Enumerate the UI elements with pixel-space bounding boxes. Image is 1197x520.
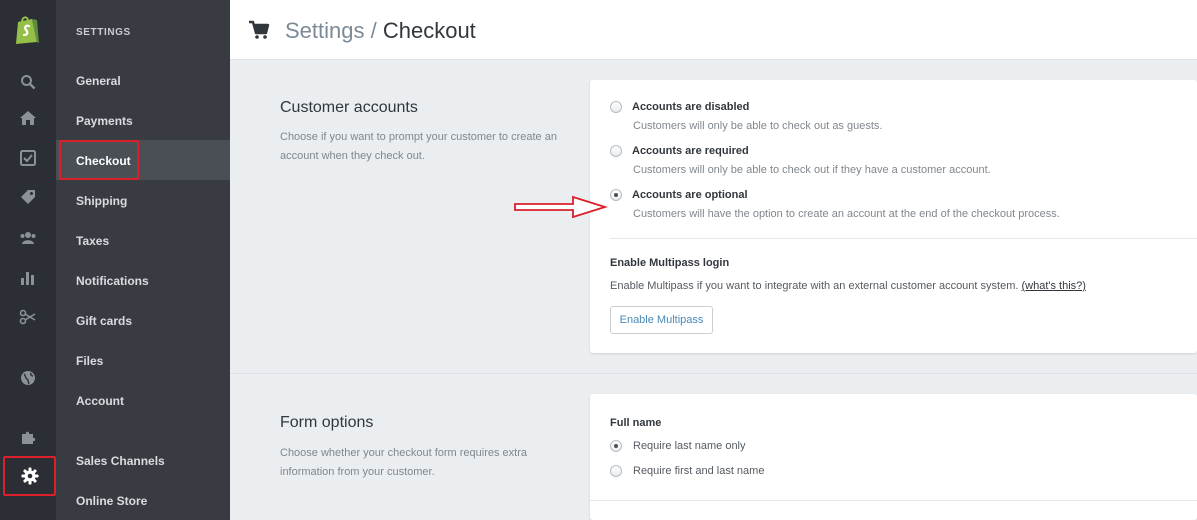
sidebar-item-sales-channels[interactable]: Sales Channels — [76, 454, 165, 468]
breadcrumb-parent-link[interactable]: Settings — [285, 18, 365, 43]
accounts-disabled-radio[interactable] — [610, 101, 622, 113]
customers-icon[interactable] — [18, 228, 38, 248]
multipass-description: Enable Multipass if you want to integrat… — [610, 280, 1086, 292]
cart-icon — [248, 20, 270, 45]
accounts-optional-radio[interactable] — [610, 189, 622, 201]
accounts-disabled-help: Customers will only be able to check out… — [633, 120, 883, 132]
orders-icon[interactable] — [18, 148, 38, 168]
page-title: Checkout — [382, 18, 476, 43]
sidebar-heading: SETTINGS — [76, 27, 131, 38]
accounts-optional-label[interactable]: Accounts are optional — [632, 189, 748, 201]
tag-icon[interactable] — [18, 187, 38, 207]
page-header: Settings / Checkout — [230, 0, 1197, 60]
section-divider — [230, 373, 1197, 374]
require-last-name-radio[interactable] — [610, 440, 622, 452]
customer-accounts-card: Accounts are disabled Customers will onl… — [590, 80, 1197, 353]
discounts-icon[interactable] — [18, 307, 38, 327]
reports-icon[interactable] — [18, 268, 38, 288]
gear-icon — [21, 467, 38, 485]
full-name-title: Full name — [610, 417, 662, 429]
accounts-required-label[interactable]: Accounts are required — [632, 145, 749, 157]
customer-accounts-title: Customer accounts — [280, 99, 418, 116]
sidebar-item-gift-cards[interactable]: Gift cards — [76, 314, 132, 328]
globe-icon[interactable] — [18, 368, 38, 388]
accounts-required-radio[interactable] — [610, 145, 622, 157]
sidebar-item-payments[interactable]: Payments — [76, 114, 133, 128]
require-last-name-label[interactable]: Require last name only — [633, 440, 746, 452]
sidebar-item-files[interactable]: Files — [76, 354, 103, 368]
multipass-text: Enable Multipass if you want to integrat… — [610, 280, 1019, 292]
sidebar-item-taxes[interactable]: Taxes — [76, 234, 109, 248]
home-icon[interactable] — [18, 108, 38, 128]
breadcrumb-separator: / — [364, 18, 383, 43]
customer-accounts-description: Choose if you want to prompt your custom… — [280, 131, 557, 162]
form-options-description: Choose whether your checkout form requir… — [280, 447, 528, 478]
sidebar-item-account[interactable]: Account — [76, 394, 124, 408]
require-first-last-name-label[interactable]: Require first and last name — [633, 465, 764, 477]
form-options-title: Form options — [280, 414, 374, 431]
card-divider — [590, 500, 1197, 501]
card-divider — [610, 238, 1197, 239]
require-first-last-name-radio[interactable] — [610, 465, 622, 477]
sidebar-item-notifications[interactable]: Notifications — [76, 274, 149, 288]
sidebar-item-general[interactable]: General — [76, 74, 121, 88]
multipass-title: Enable Multipass login — [610, 257, 730, 269]
icon-rail — [0, 0, 56, 520]
apps-puzzle-icon[interactable] — [18, 427, 38, 447]
shopify-logo-icon[interactable] — [13, 14, 41, 46]
sidebar-item-shipping[interactable]: Shipping — [76, 194, 127, 208]
form-options-card: Full name Require last name only Require… — [590, 394, 1197, 520]
annotation-arrow — [513, 194, 609, 225]
accounts-optional-help: Customers will have the option to create… — [633, 208, 1060, 220]
checkout-highlight-box — [59, 140, 139, 180]
enable-multipass-button[interactable]: Enable Multipass — [610, 306, 713, 334]
settings-sidebar: SETTINGS General Payments Checkout Shipp… — [56, 0, 230, 520]
accounts-required-help: Customers will only be able to check out… — [633, 164, 991, 176]
whats-this-link[interactable]: (what's this?) — [1022, 280, 1086, 292]
accounts-disabled-label[interactable]: Accounts are disabled — [632, 101, 749, 113]
search-icon[interactable] — [18, 72, 38, 92]
settings-gear-button[interactable] — [3, 456, 56, 496]
sidebar-item-online-store[interactable]: Online Store — [76, 494, 147, 508]
breadcrumb: Settings / Checkout — [285, 18, 476, 44]
